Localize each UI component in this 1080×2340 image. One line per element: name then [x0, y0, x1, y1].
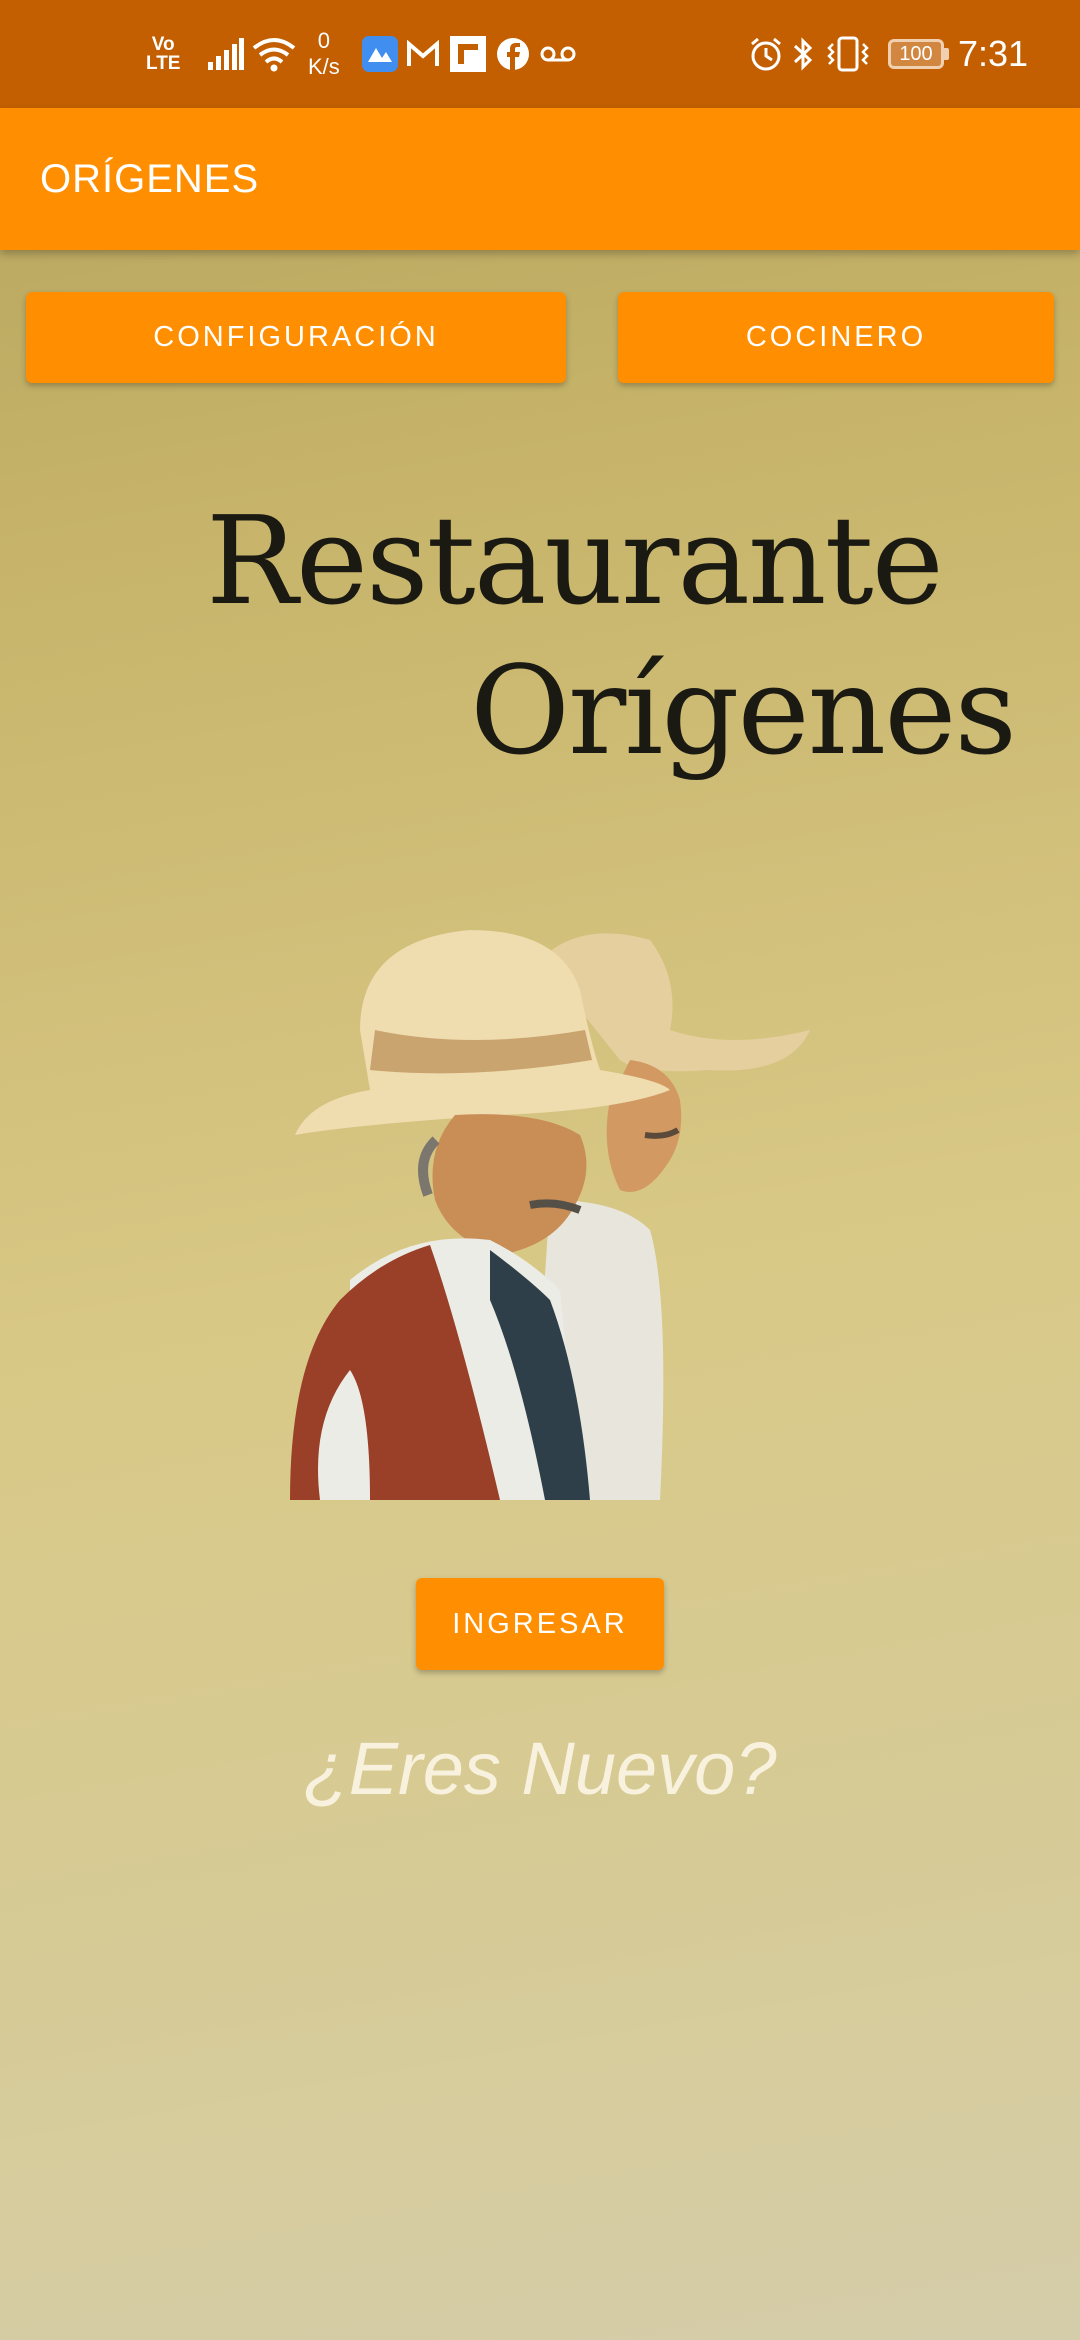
farmer-illustration [200, 900, 840, 1500]
cook-button[interactable]: COCINERO [618, 292, 1054, 383]
facebook-icon [496, 0, 530, 108]
app-title: ORÍGENES [40, 156, 260, 201]
battery-level: 100 [888, 39, 944, 69]
app-notification-icon [362, 0, 398, 108]
volte-indicator: Vo LTE [146, 0, 180, 108]
new-user-link[interactable]: ¿Eres Nuevo? [0, 1718, 1080, 1818]
screen: Vo LTE 0 K/s 100 7:31 ORÍGENES CONFIGURA… [0, 0, 1080, 2340]
network-speed: 0 K/s [308, 0, 340, 108]
alarm-icon [748, 0, 784, 108]
vibrate-icon [826, 0, 870, 108]
logo-line-origenes: Orígenes [470, 640, 1017, 782]
logo-line-restaurante: Restaurante [206, 490, 944, 632]
status-bar: Vo LTE 0 K/s 100 7:31 [0, 0, 1080, 108]
gmail-icon [406, 0, 440, 108]
news-icon [450, 0, 486, 108]
voicemail-icon [540, 0, 576, 108]
battery-icon: 100 [888, 0, 949, 108]
lte-label: LTE [146, 53, 181, 74]
speed-unit: K/s [308, 54, 340, 79]
configuration-button[interactable]: CONFIGURACIÓN [26, 292, 566, 383]
speed-value: 0 [317, 28, 331, 53]
clock: 7:31 [958, 33, 1029, 74]
signal-icon [208, 0, 244, 108]
app-bar: ORÍGENES [0, 108, 1080, 250]
wifi-icon [252, 0, 296, 108]
bluetooth-icon [792, 0, 814, 108]
login-button[interactable]: INGRESAR [416, 1578, 664, 1670]
volte-label: Vo [151, 34, 175, 55]
